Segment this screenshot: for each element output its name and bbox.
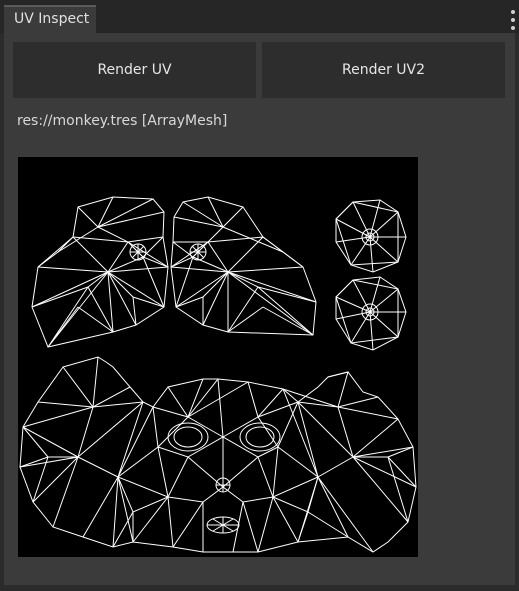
render-uv2-button[interactable]: Render UV2 — [262, 42, 505, 98]
uv-island-eye-top — [335, 199, 407, 273]
uv-island-face — [19, 356, 417, 553]
tab-uv-inspect[interactable]: UV Inspect — [4, 5, 96, 33]
uv-island-ear-right — [170, 196, 317, 336]
resource-path-label: res://monkey.tres [ArrayMesh] — [17, 113, 228, 129]
uv-inspect-panel: Render UV Render UV2 res://monkey.tres [… — [4, 33, 515, 585]
uv-island-eye-bottom — [335, 276, 407, 351]
uv-inspect-window: UV Inspect Render UV Render UV2 res://mo… — [0, 0, 519, 591]
tab-bar: UV Inspect — [0, 0, 519, 33]
render-uv-button[interactable]: Render UV — [13, 42, 256, 98]
uv-island-ear-left — [31, 196, 169, 348]
vertical-dots-icon[interactable] — [510, 10, 516, 30]
uv-preview — [18, 157, 418, 557]
